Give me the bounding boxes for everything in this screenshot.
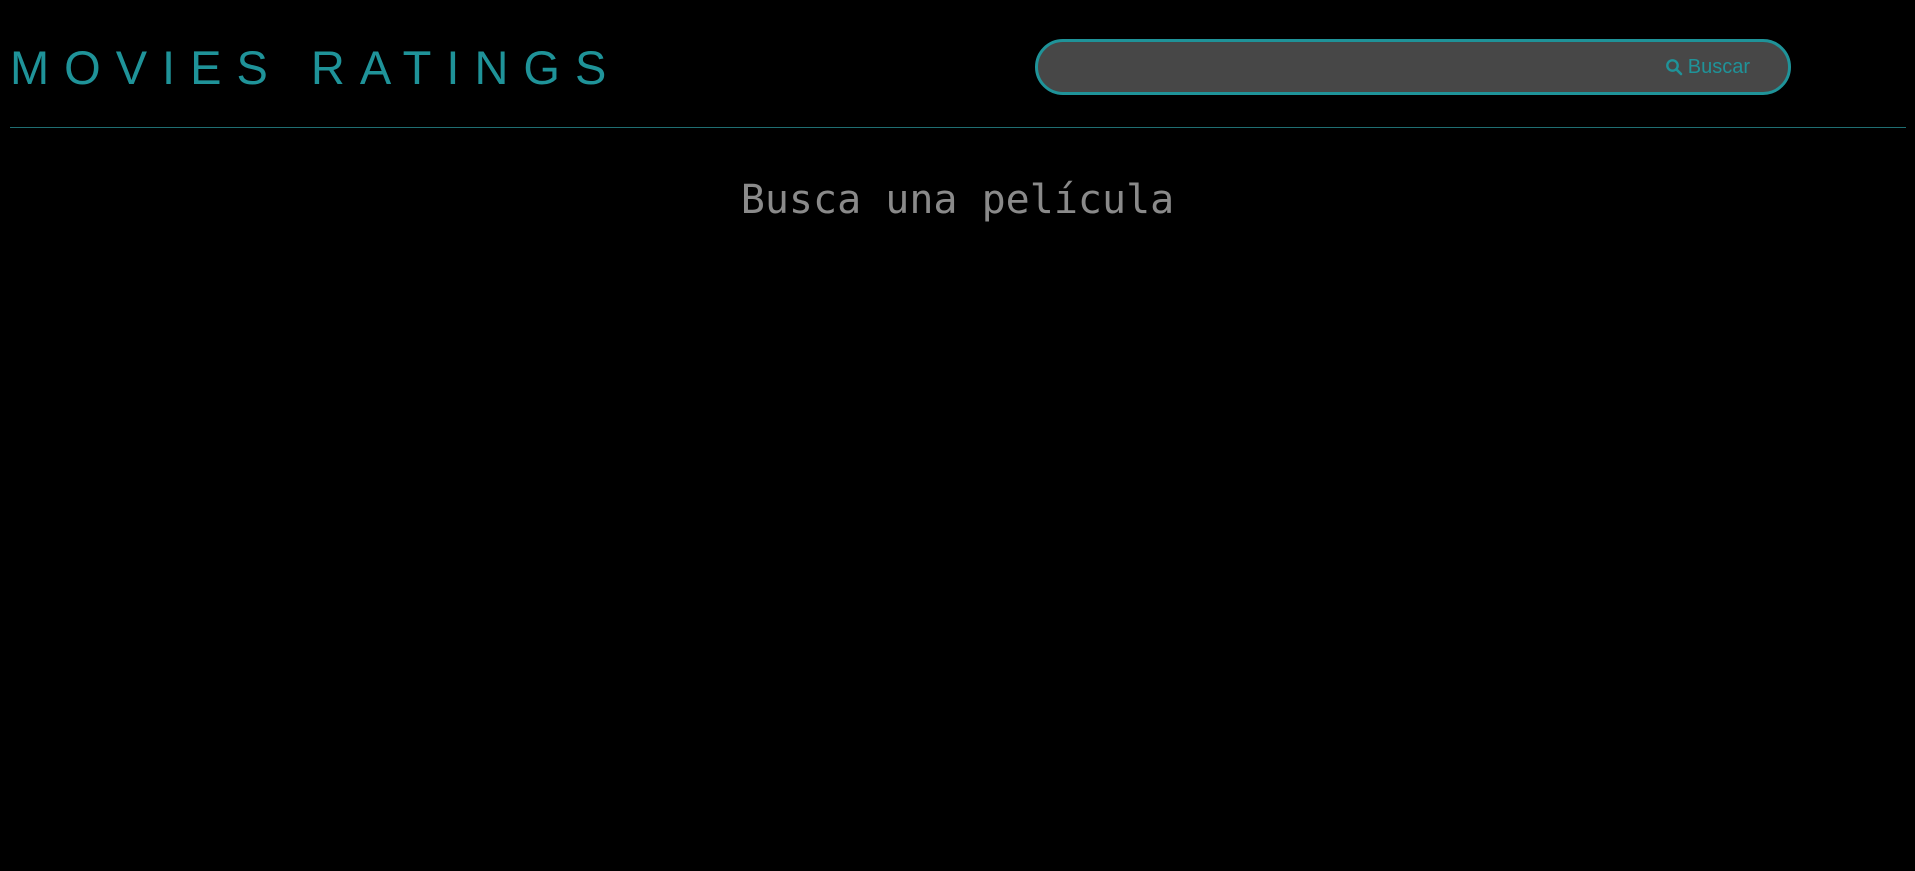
search-button[interactable]: Buscar	[1665, 50, 1750, 84]
search-bar: Buscar	[1035, 39, 1791, 95]
search-icon	[1665, 58, 1683, 76]
header: MOVIES RATINGS Buscar	[0, 0, 1915, 128]
search-button-label: Buscar	[1687, 55, 1750, 78]
search-input[interactable]	[1058, 50, 1682, 86]
header-divider	[10, 127, 1906, 128]
empty-state-message: Busca una película	[740, 177, 1175, 223]
site-title: MOVIES RATINGS	[10, 41, 622, 94]
